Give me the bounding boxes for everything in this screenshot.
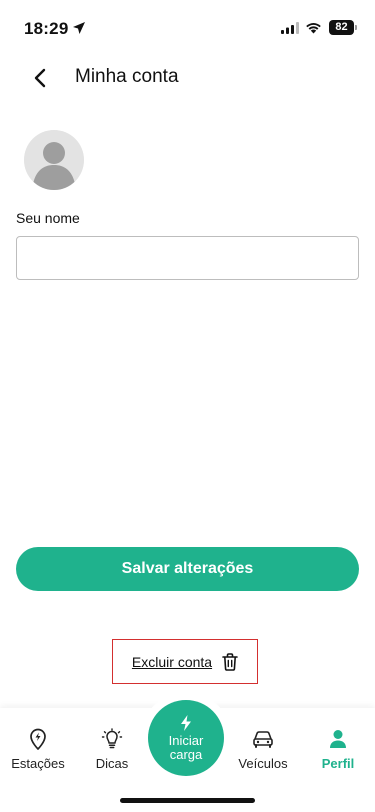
home-indicator[interactable] xyxy=(120,798,255,803)
chevron-left-icon xyxy=(34,68,46,88)
lightbulb-icon xyxy=(101,728,123,749)
car-icon xyxy=(253,731,273,748)
page-title: Minha conta xyxy=(75,66,179,87)
battery-cap xyxy=(355,25,357,30)
default-avatar-icon xyxy=(24,130,84,190)
nav-label-estacoes: Estações xyxy=(11,756,65,771)
cellular-signal-icon xyxy=(281,22,299,34)
nav-label-perfil: Perfil xyxy=(321,756,355,771)
back-button[interactable] xyxy=(28,66,52,90)
page-header: Minha conta xyxy=(0,58,375,98)
ev-station-pin-icon xyxy=(30,728,46,750)
person-icon xyxy=(330,730,346,748)
start-charging-label-line2: carga xyxy=(169,746,203,762)
name-input[interactable] xyxy=(16,236,359,280)
location-arrow-icon xyxy=(73,22,85,34)
avatar[interactable] xyxy=(24,130,84,190)
battery-indicator: 82 xyxy=(329,20,354,35)
start-charging-label-line1: Iniciar xyxy=(168,732,204,748)
nav-label-dicas: Dicas xyxy=(95,756,129,771)
status-time: 18:29 xyxy=(24,19,69,38)
nav-item-veiculos[interactable]: Veículos xyxy=(228,728,298,771)
status-bar: 18:29 82 xyxy=(0,0,375,54)
trash-icon xyxy=(222,652,238,671)
wifi-icon xyxy=(306,23,321,34)
nav-item-perfil[interactable]: Perfil xyxy=(303,728,373,771)
delete-account-button[interactable]: Excluir conta xyxy=(112,639,258,684)
name-field-label: Seu nome xyxy=(16,210,80,226)
nav-label-veiculos: Veículos xyxy=(238,756,288,771)
bolt-icon xyxy=(181,714,191,731)
nav-item-estacoes[interactable]: Estações xyxy=(3,728,73,771)
start-charging-button[interactable]: Iniciar carga xyxy=(148,700,224,776)
save-changes-button[interactable]: Salvar alterações xyxy=(16,547,359,591)
delete-account-label: Excluir conta xyxy=(131,653,213,670)
nav-item-dicas[interactable]: Dicas xyxy=(77,728,147,771)
